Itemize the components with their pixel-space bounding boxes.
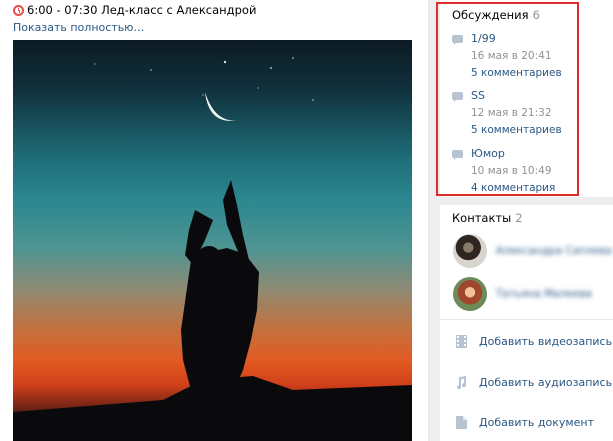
contact-name[interactable]: Татьяна Малеева bbox=[496, 288, 592, 300]
avatar[interactable] bbox=[453, 234, 487, 268]
contact-item[interactable]: Татьяна Малеева bbox=[453, 277, 603, 313]
avatar[interactable] bbox=[453, 277, 487, 311]
comment-icon bbox=[452, 150, 463, 160]
contacts-block: Контакты 2 Александра Саплева Татьяна Мал… bbox=[440, 205, 613, 441]
woman-silhouette bbox=[13, 180, 412, 441]
post-header: 6:00 - 07:30 Лед-класс с Александрой Пок… bbox=[13, 3, 423, 35]
discussion-date: 10 мая в 10:49 bbox=[471, 165, 552, 177]
film-strip-icon bbox=[456, 334, 467, 348]
post-photo[interactable] bbox=[13, 40, 412, 441]
discussion-date: 12 мая в 21:32 bbox=[471, 107, 552, 119]
add-video-label: Добавить видеозапись bbox=[479, 334, 613, 348]
show-more-link[interactable]: Показать полностью… bbox=[13, 20, 423, 35]
contacts-header[interactable]: Контакты 2 bbox=[452, 211, 523, 225]
discussion-title[interactable]: 1/99 bbox=[471, 32, 562, 46]
document-icon bbox=[456, 415, 467, 429]
comment-icon bbox=[452, 92, 463, 102]
add-document-label: Добавить документ bbox=[479, 415, 595, 429]
discussions-header[interactable]: Обсуждения 6 bbox=[452, 8, 540, 22]
alarm-clock-icon bbox=[13, 5, 24, 16]
contact-name[interactable]: Александра Саплева bbox=[496, 245, 612, 257]
add-document-button[interactable]: Добавить документ bbox=[456, 414, 611, 430]
music-note-icon bbox=[456, 375, 467, 389]
discussion-title[interactable]: Юмор bbox=[471, 147, 555, 161]
discussion-date: 16 мая в 20:41 bbox=[471, 50, 552, 62]
stars bbox=[94, 57, 314, 101]
post-event-text: 6:00 - 07:30 Лед-класс с Александрой bbox=[27, 3, 257, 17]
discussions-title: Обсуждения bbox=[452, 8, 529, 22]
discussions-block: Обсуждения 6 1/99 16 мая в 20:41 5 коммен… bbox=[440, 0, 613, 197]
divider bbox=[440, 319, 613, 320]
contacts-title: Контакты bbox=[452, 211, 512, 225]
discussion-title[interactable]: SS bbox=[471, 89, 562, 103]
moon-icon bbox=[205, 92, 239, 121]
contact-item[interactable]: Александра Саплева bbox=[453, 234, 612, 270]
post-card: 6:00 - 07:30 Лед-класс с Александрой Пок… bbox=[0, 0, 429, 441]
add-audio-label: Добавить аудиозапись bbox=[479, 375, 613, 389]
discussion-comments-link[interactable]: 4 комментария bbox=[471, 181, 555, 195]
add-audio-button[interactable]: Добавить аудиозапись bbox=[456, 374, 613, 390]
discussions-count: 6 bbox=[532, 8, 540, 22]
post-event-line: 6:00 - 07:30 Лед-класс с Александрой bbox=[13, 3, 423, 18]
discussion-comments-link[interactable]: 5 комментариев bbox=[471, 123, 562, 137]
contacts-count: 2 bbox=[515, 211, 523, 225]
discussion-comments-link[interactable]: 5 комментариев bbox=[471, 66, 562, 80]
post-photo-illustration bbox=[13, 57, 412, 441]
comment-icon bbox=[452, 35, 463, 45]
add-video-button[interactable]: Добавить видеозапись bbox=[456, 333, 613, 349]
right-sidebar: Обсуждения 6 1/99 16 мая в 20:41 5 коммен… bbox=[440, 0, 613, 441]
